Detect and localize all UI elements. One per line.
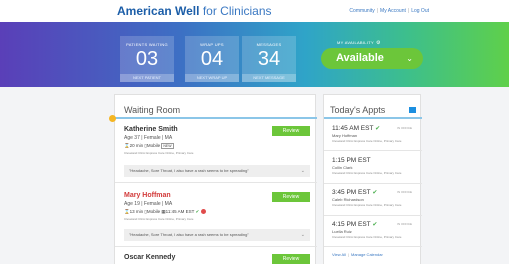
todays-appts-title: Today's Appts — [330, 105, 386, 115]
chevron-down-icon: ⌄ — [406, 54, 413, 63]
patient-card: Katherine Smith Age 37 | Female | MA ⌛20… — [124, 126, 310, 155]
status-dot — [109, 115, 116, 122]
check-icon: ✔ — [195, 209, 200, 214]
divider — [324, 183, 422, 184]
patient-card: Mary Hoffman Age 19 | Female | MA ⌛13 mi… — [124, 192, 310, 221]
divider — [324, 246, 422, 247]
appointment-time: 4:15 PM EST — [332, 221, 371, 228]
wait-time: 13 min — [129, 209, 144, 214]
appointment-patient: Collin Clark — [332, 165, 353, 170]
wrap-ups-card: WRAP UPS 04 NEXT WRAP UP — [185, 36, 239, 82]
stat-value: 04 — [200, 48, 224, 70]
check-circle-icon: ✔ — [372, 190, 378, 196]
next-patient-button[interactable]: NEXT PATIENT — [120, 74, 174, 82]
new-badge: NEW — [161, 143, 174, 149]
next-wrap-up-button[interactable]: NEXT WRAP UP — [185, 74, 239, 82]
brand-name: American Well — [117, 4, 200, 18]
appointment-item[interactable]: 3:45 PM EST ✔ IN OFFICE Caleb Richardson … — [332, 189, 418, 207]
appointment-status: IN OFFICE — [397, 126, 412, 130]
device-type: Mobile — [146, 143, 161, 148]
waiting-room-panel: Waiting Room Katherine Smith Age 37 | Fe… — [114, 94, 317, 264]
appointment-desc: Cleveland Clinic Express Care Online, Pr… — [332, 139, 402, 143]
appointment-time: 1:15 PM EST — [332, 157, 371, 164]
review-button[interactable]: Review — [272, 254, 310, 264]
appointment-patient: Caleb Richardson — [332, 197, 364, 202]
chevron-down-icon: ⌄ — [300, 232, 305, 238]
appointment-item[interactable]: 1:15 PM EST Collin Clark Cleveland Clini… — [332, 157, 418, 175]
divider — [324, 150, 422, 151]
divider — [324, 117, 422, 119]
calendar-icon[interactable] — [409, 107, 416, 113]
divider — [324, 215, 422, 216]
wait-time: 20 min — [129, 143, 144, 148]
appointment-patient: Luella Ruiz — [332, 229, 352, 234]
appointment-time: 3:45 PM EST — [332, 189, 371, 196]
todays-appts-panel: Today's Appts 11:45 AM EST ✔ IN OFFICE Ma… — [323, 94, 422, 264]
brand-logo[interactable]: American Well for Clinicians — [117, 4, 272, 18]
patient-status-line: ⌛20 min ▯Mobile NEW — [124, 143, 310, 149]
chevron-down-icon: ⌄ — [300, 168, 305, 174]
divider — [115, 117, 317, 119]
stat-label: WRAP UPS — [200, 42, 224, 47]
patient-details: Cleveland Clinic Express Care Online, Pr… — [124, 217, 194, 221]
appointment-desc: Cleveland Clinic Express Care Online, Pr… — [332, 203, 402, 207]
availability-value: Available — [336, 52, 384, 64]
view-all-link[interactable]: View All — [332, 252, 346, 257]
appointment-item[interactable]: 11:45 AM EST ✔ IN OFFICE Mary Hoffman Cle… — [332, 125, 418, 143]
appointment-status: IN OFFICE — [397, 222, 412, 226]
review-button[interactable]: Review — [272, 192, 310, 202]
device-type: Mobile — [146, 209, 161, 214]
complaint-text: "Headache, Sore Throat, I also have a ra… — [129, 168, 249, 173]
check-circle-icon: ✔ — [375, 126, 381, 132]
patient-details: Cleveland Clinic Express Care Online, Pr… — [124, 151, 194, 155]
manage-calendar-link[interactable]: Manage Calendar — [351, 252, 383, 257]
appointment-desc: Cleveland Clinic Express Care Online, Pr… — [332, 235, 402, 239]
appts-footer: View All | Manage Calendar — [332, 252, 383, 257]
appointment-patient: Mary Hoffman — [332, 133, 358, 138]
top-nav: Community | My Account | Log Out — [349, 8, 429, 14]
stat-label: PATIENTS WAITING — [126, 42, 168, 47]
availability-dropdown[interactable]: Available ⌄ — [321, 48, 423, 69]
next-message-button[interactable]: NEXT MESSAGE — [242, 74, 296, 82]
check-circle-icon: ✔ — [372, 222, 378, 228]
alert-icon — [200, 209, 206, 215]
patient-card: Oscar Kennedy Review — [124, 254, 310, 264]
gear-icon[interactable]: ⚙ — [376, 40, 381, 46]
patients-waiting-card: PATIENTS WAITING 03 NEXT PATIENT — [120, 36, 174, 82]
patient-status-line: ⌛13 min ▯Mobile ▦11:45 AM EST ✔ — [124, 209, 310, 215]
appointment-desc: Cleveland Clinic Express Care Online, Pr… — [332, 171, 402, 175]
messages-card: MESSAGES 34 NEXT MESSAGE — [242, 36, 296, 82]
appointment-time: 11:45 AM EST — [165, 209, 195, 214]
waiting-room-title: Waiting Room — [124, 105, 181, 115]
availability-label-text: MY AVAILABILITY — [337, 40, 374, 45]
patient-complaint[interactable]: "Headache, Sore Throat, I also have a ra… — [124, 229, 310, 241]
stat-value: 03 — [135, 48, 159, 70]
appointment-item[interactable]: 4:15 PM EST ✔ IN OFFICE Luella Ruiz Cleve… — [332, 221, 418, 239]
appointment-status: IN OFFICE — [397, 190, 412, 194]
complaint-text: "Headache, Sore Throat, I also have a ra… — [129, 232, 249, 237]
divider — [115, 246, 317, 247]
top-bar: American Well for Clinicians Community | M… — [0, 0, 509, 22]
brand-suffix: for Clinicians — [199, 4, 272, 18]
nav-log-out-link[interactable]: Log Out — [411, 8, 429, 14]
review-button[interactable]: Review — [272, 126, 310, 136]
stat-label: MESSAGES — [256, 42, 282, 47]
patient-complaint[interactable]: "Headache, Sore Throat, I also have a ra… — [124, 165, 310, 177]
nav-community-link[interactable]: Community — [349, 8, 374, 14]
nav-my-account-link[interactable]: My Account — [380, 8, 406, 14]
appointment-time: 11:45 AM EST — [332, 125, 374, 132]
availability-label: MY AVAILABILITY ⚙ — [337, 40, 381, 46]
divider — [115, 182, 317, 183]
stat-value: 34 — [257, 48, 281, 70]
